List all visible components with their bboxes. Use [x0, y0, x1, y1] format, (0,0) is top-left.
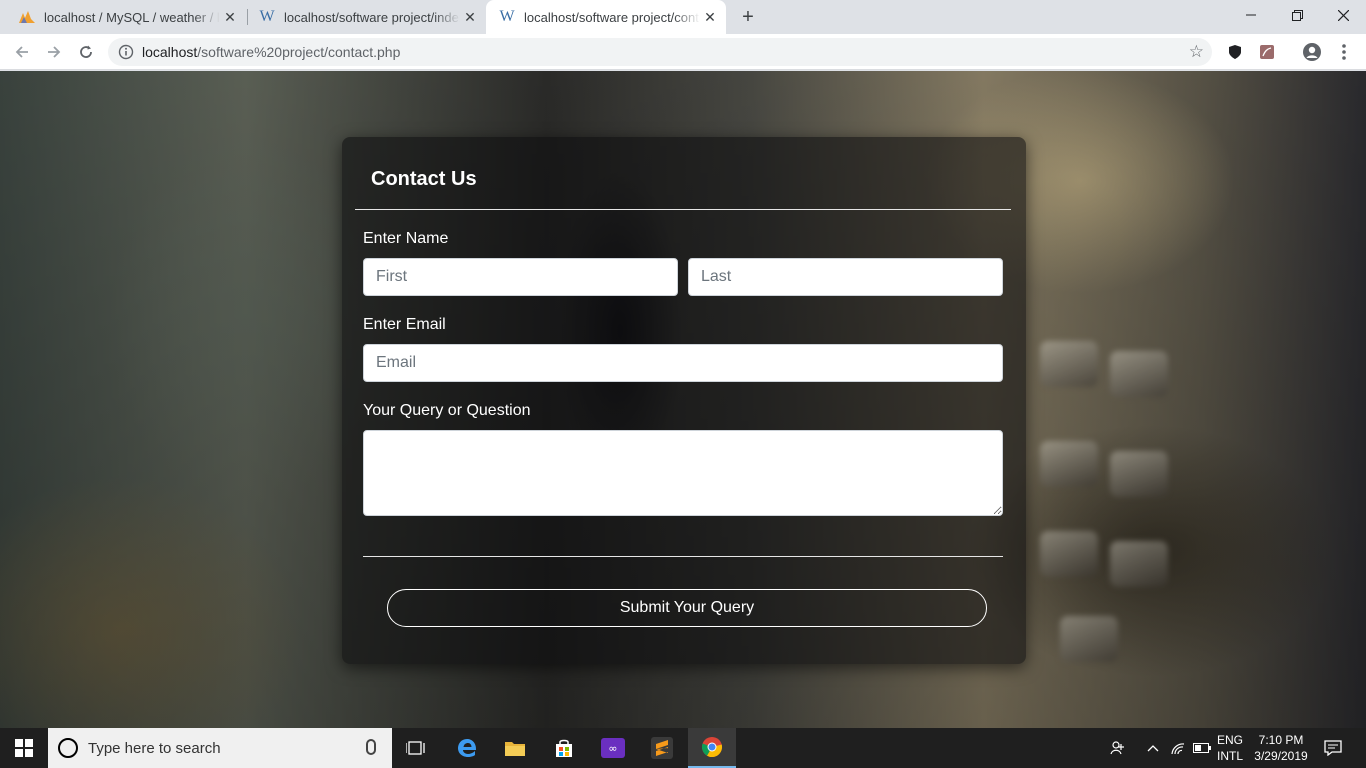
phpmyadmin-icon [18, 8, 36, 26]
svg-text:∞: ∞ [608, 742, 617, 755]
url-text: localhost/software%20project/contact.php [142, 44, 400, 60]
tab-contact[interactable]: W localhost/software project/contact.php… [486, 0, 726, 34]
people-icon[interactable] [1104, 728, 1132, 768]
tab-index[interactable]: W localhost/software project/index.php ✕ [240, 0, 486, 34]
arduino-icon[interactable]: ∞ [589, 728, 637, 768]
url-host: localhost [142, 44, 198, 60]
tab-strip: localhost / MySQL / weather / local ✕ W … [0, 0, 1366, 34]
taskbar-search-input[interactable]: Type here to search [48, 728, 392, 768]
divider [363, 556, 1003, 557]
url-path: /software%20project/contact.php [197, 44, 401, 60]
menu-kebab-icon[interactable] [1332, 40, 1356, 64]
first-name-input[interactable] [363, 258, 678, 296]
browser-toolbar: localhost/software%20project/contact.php… [0, 34, 1366, 70]
search-placeholder: Type here to search [88, 740, 221, 757]
forward-icon[interactable] [42, 40, 66, 64]
input-language-indicator[interactable]: ENG INTL [1214, 728, 1246, 768]
form-title: Contact Us [371, 168, 477, 190]
shield-extension-icon[interactable] [1223, 40, 1247, 64]
name-label: Enter Name [363, 230, 449, 247]
clock-date: 3/29/2019 [1254, 749, 1308, 763]
site-info-icon[interactable] [118, 44, 134, 60]
submit-query-button[interactable]: Submit Your Query [387, 589, 987, 627]
close-window-icon[interactable] [1320, 0, 1366, 30]
show-hidden-icons-icon[interactable] [1141, 728, 1165, 768]
windows-start-icon[interactable] [0, 728, 48, 768]
new-tab-icon[interactable]: + [737, 6, 759, 28]
language-code: ENG [1216, 733, 1243, 747]
cortana-icon [58, 738, 78, 758]
clock[interactable]: 7:10 PM 3/29/2019 [1250, 728, 1312, 768]
tab-title: localhost/software project/index.php [284, 9, 460, 25]
address-bar[interactable]: localhost/software%20project/contact.php… [108, 38, 1212, 66]
tab-title: localhost/software project/contact.php [524, 9, 700, 25]
contact-form-card: Contact Us Enter Name Enter Email Your Q… [342, 137, 1026, 664]
tab-title: localhost / MySQL / weather / local [44, 9, 220, 25]
bookmark-star-icon[interactable]: ☆ [1189, 43, 1204, 61]
chrome-icon[interactable] [688, 728, 736, 768]
microsoft-store-icon[interactable] [540, 728, 588, 768]
page-viewport: Contact Us Enter Name Enter Email Your Q… [0, 71, 1366, 728]
back-icon[interactable] [10, 40, 34, 64]
task-view-icon[interactable] [392, 728, 440, 768]
profile-icon[interactable] [1300, 40, 1324, 64]
last-name-input[interactable] [688, 258, 1003, 296]
w-icon: W [259, 8, 275, 25]
close-tab-icon[interactable]: ✕ [702, 9, 718, 25]
network-icon[interactable] [1166, 728, 1190, 768]
pdf-extension-icon[interactable] [1255, 40, 1279, 64]
email-label: Enter Email [363, 316, 446, 333]
sublime-text-icon[interactable] [638, 728, 686, 768]
restore-icon[interactable] [1274, 0, 1320, 30]
windows-taskbar: Type here to search ∞ ENG INTL 7:10 PM 3… [0, 728, 1366, 768]
close-tab-icon[interactable]: ✕ [462, 9, 478, 25]
battery-icon[interactable] [1190, 728, 1214, 768]
reload-icon[interactable] [74, 40, 98, 64]
divider [355, 209, 1011, 210]
email-input[interactable] [363, 344, 1003, 382]
query-textarea[interactable] [363, 430, 1003, 516]
action-center-icon[interactable] [1318, 728, 1348, 768]
w-icon: W [499, 8, 515, 25]
microphone-icon[interactable] [366, 739, 376, 755]
edge-browser-icon[interactable] [443, 728, 491, 768]
keyboard-layout: INTL [1216, 749, 1243, 763]
file-explorer-icon[interactable] [491, 728, 539, 768]
tab-phpmyadmin[interactable]: localhost / MySQL / weather / local ✕ [0, 0, 246, 34]
close-tab-icon[interactable]: ✕ [222, 9, 238, 25]
minimize-icon[interactable] [1228, 0, 1274, 30]
clock-time: 7:10 PM [1258, 733, 1304, 747]
query-label: Your Query or Question [363, 402, 531, 419]
